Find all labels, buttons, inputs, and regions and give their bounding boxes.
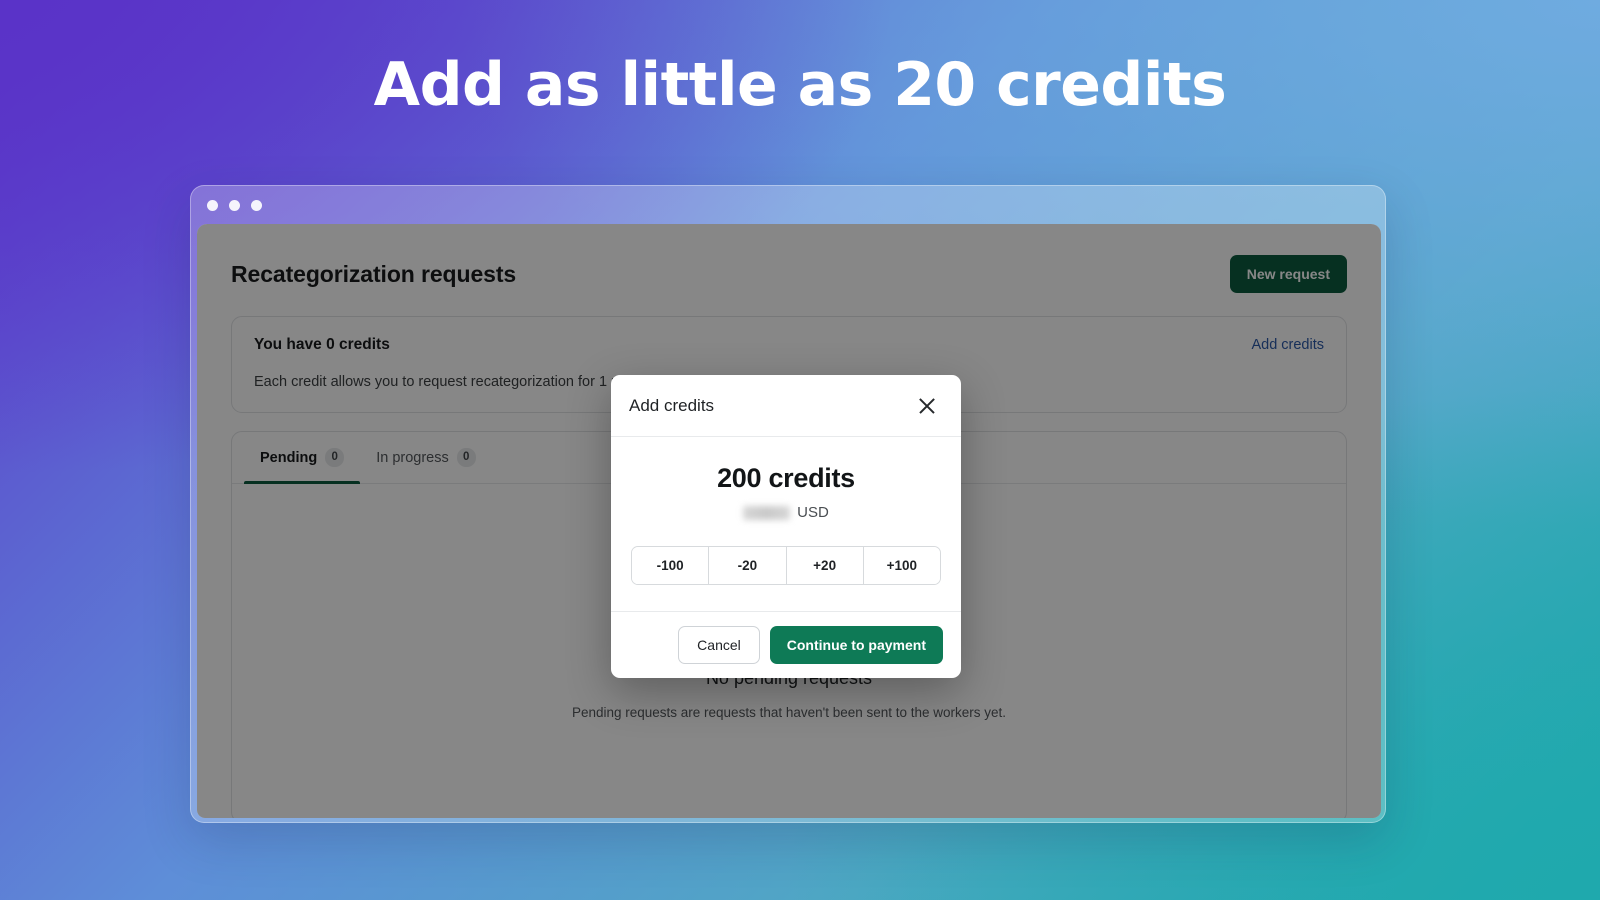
modal-title: Add credits <box>629 395 715 415</box>
price-row: USD <box>631 504 941 521</box>
tab-in-progress-count: 0 <box>456 448 476 467</box>
credit-stepper: -100 -20 +20 +100 <box>631 546 941 585</box>
new-request-button[interactable]: New request <box>1229 255 1347 293</box>
maximize-dot[interactable] <box>251 199 262 211</box>
modal-header: Add credits <box>611 375 961 437</box>
tab-pending-label: Pending <box>260 449 318 466</box>
stepper-plus-100[interactable]: +100 <box>863 547 940 584</box>
tab-pending[interactable]: Pending 0 <box>244 432 361 484</box>
browser-titlebar <box>191 186 1385 224</box>
add-credits-link[interactable]: Add credits <box>1251 337 1324 353</box>
empty-state-subtitle: Pending requests are requests that haven… <box>571 705 1007 720</box>
modal-body: 200 credits USD -100 -20 +20 +100 <box>611 437 961 611</box>
price-currency: USD <box>797 504 829 521</box>
credit-amount-display: 200 credits <box>717 463 855 493</box>
credits-balance-label: You have 0 credits <box>254 336 390 353</box>
stepper-minus-20[interactable]: -20 <box>709 547 787 584</box>
close-dot[interactable] <box>207 199 218 211</box>
continue-to-payment-button[interactable]: Continue to payment <box>769 626 943 664</box>
tab-in-progress[interactable]: In progress 0 <box>360 432 492 483</box>
tab-third-obscured[interactable] <box>492 432 524 483</box>
page-title: Recategorization requests <box>231 260 517 287</box>
credits-banner-row: You have 0 credits Add credits <box>254 336 1324 354</box>
page-headline: Add as little as 20 credits <box>373 50 1227 120</box>
cancel-button[interactable]: Cancel <box>678 626 760 664</box>
modal-footer: Cancel Continue to payment <box>611 611 961 678</box>
tab-pending-count: 0 <box>325 448 345 467</box>
price-value-redacted <box>743 505 791 520</box>
tab-in-progress-label: In progress <box>376 449 449 466</box>
add-credits-modal: Add credits 200 credits USD -100 -20 +20… <box>611 375 961 678</box>
close-icon[interactable] <box>913 392 941 420</box>
minimize-dot[interactable] <box>229 199 240 211</box>
stepper-plus-20[interactable]: +20 <box>786 547 864 584</box>
page-header: Recategorization requests New request <box>231 254 1347 294</box>
stepper-minus-100[interactable]: -100 <box>632 547 710 584</box>
